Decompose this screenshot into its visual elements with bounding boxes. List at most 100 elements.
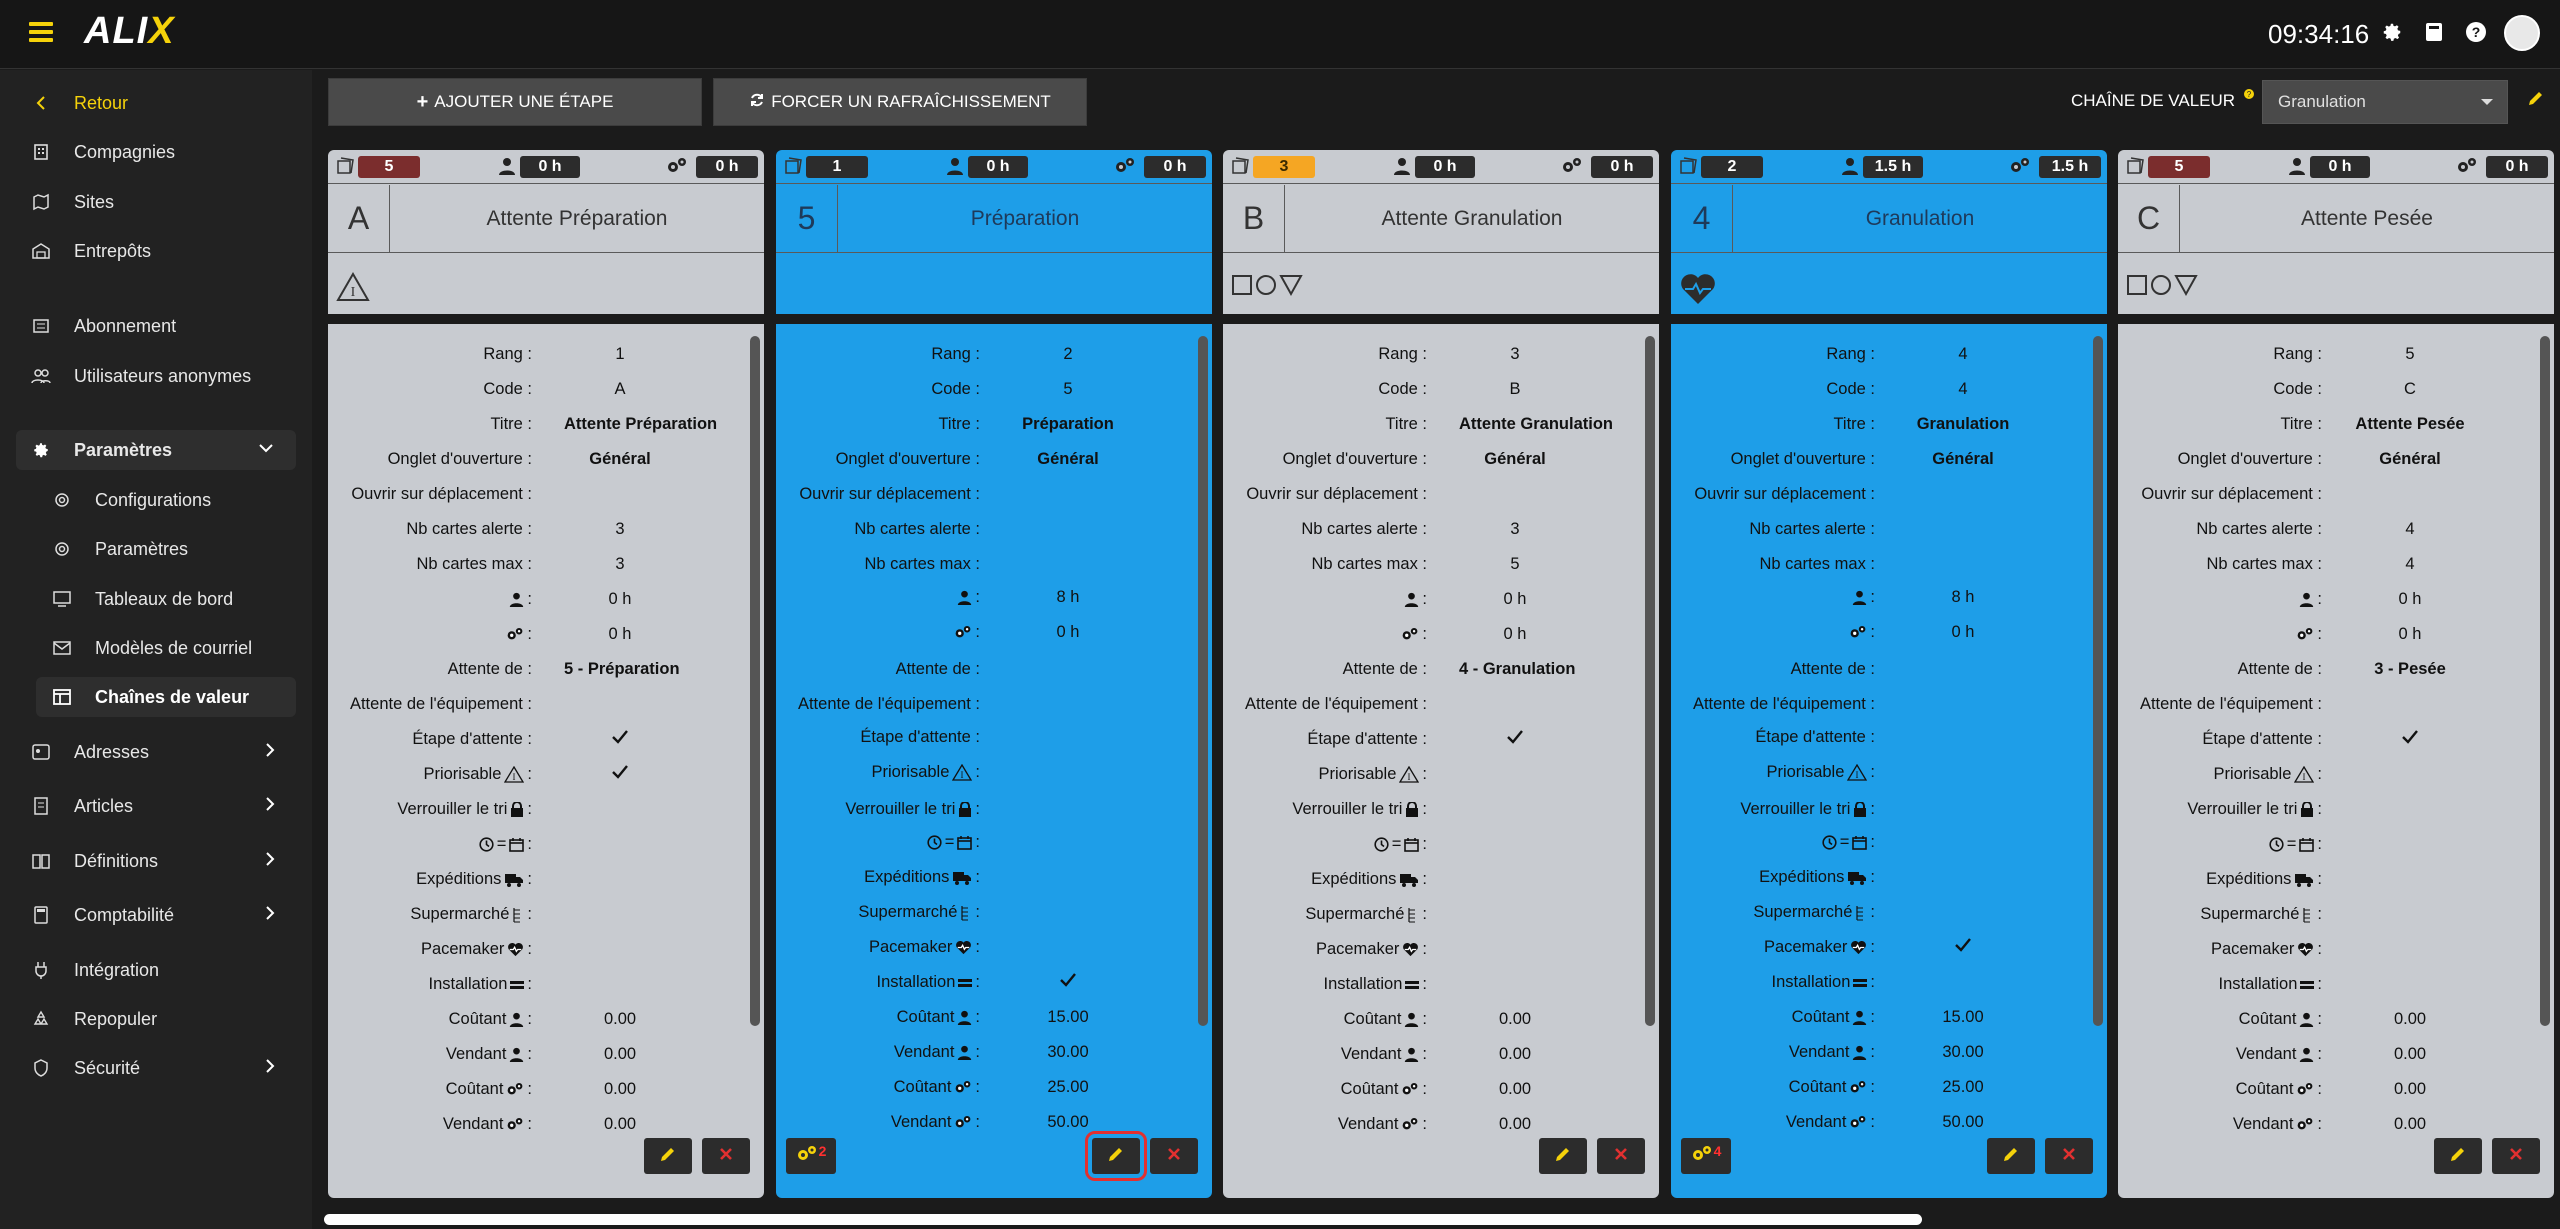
sidebar-item-definitions[interactable]: Définitions xyxy=(0,841,300,881)
sidebar-item-repopuler[interactable]: Repopuler xyxy=(0,999,300,1039)
sidebar-item-tableaux-de-bord[interactable]: Tableaux de bord xyxy=(0,579,300,619)
detail-value: B xyxy=(1509,380,1521,398)
sidebar-item-modeles-courriel[interactable]: Modèles de courriel xyxy=(0,628,300,668)
svg-text:I: I xyxy=(1856,770,1859,780)
detail-label: Pacemaker: xyxy=(420,940,532,958)
stage-column[interactable]: 50 h0 h A Attente Préparation I Rang :1 Code … xyxy=(328,150,764,1198)
detail-label: =: xyxy=(1374,835,1427,854)
edit-stage-button[interactable] xyxy=(1539,1138,1587,1174)
detail-value: 5 - Préparation xyxy=(564,660,680,678)
stage-details: Rang : 2 Code : 5 Titre : Préparation Onglet d… xyxy=(776,324,1212,1198)
cards-icon xyxy=(784,157,804,180)
delete-stage-button[interactable] xyxy=(2045,1138,2093,1174)
app-logo[interactable]: ALIX xyxy=(84,10,175,53)
detail-row: : 0 h xyxy=(328,584,764,614)
sidebar-item-compagnies[interactable]: Compagnies xyxy=(0,132,300,172)
calendar-icon xyxy=(1404,837,1420,852)
machines-button[interactable]: 4 xyxy=(1681,1138,1731,1174)
sidebar-item-parametres-group[interactable]: Paramètres xyxy=(16,430,296,470)
detail-row: Verrouiller le tri: xyxy=(1671,794,2107,824)
edit-stage-button[interactable] xyxy=(1085,1131,1147,1181)
stage-column[interactable]: 2 1.5 h 1.5 h 4 Granulation Rang :4 Code :4 Tit… xyxy=(1671,150,2107,1198)
detail-label: Vendant: xyxy=(1340,1045,1427,1063)
sidebar-item-integration[interactable]: Intégration xyxy=(0,950,300,990)
delete-stage-button[interactable] xyxy=(1150,1138,1198,1174)
sidebar-item-entrepots[interactable]: Entrepôts xyxy=(0,231,300,271)
detail-row: Onglet d'ouverture : Général xyxy=(1223,444,1659,474)
hamburger-menu-icon[interactable] xyxy=(29,22,53,42)
detail-label: Coûtant: xyxy=(1788,1078,1875,1096)
stage-title: Granulation xyxy=(1733,185,2107,253)
detail-row: Installation: xyxy=(1223,969,1659,999)
add-step-button[interactable]: + AJOUTER UNE ÉTAPE xyxy=(328,78,702,126)
value-chain-select[interactable]: Granulation xyxy=(2262,80,2508,124)
edit-stage-button[interactable] xyxy=(644,1138,692,1174)
lock-icon xyxy=(510,802,524,817)
book-icon xyxy=(30,850,52,872)
pacemaker-heart-icon xyxy=(1679,272,1717,304)
sidebar-item-securite[interactable]: Sécurité xyxy=(0,1048,300,1088)
stage-title: Attente Préparation xyxy=(390,185,764,253)
detail-row: Rang : 5 xyxy=(2118,339,2554,369)
detail-row: Vendant: 0.00 xyxy=(328,1039,764,1069)
sidebar-item-comptabilite[interactable]: Comptabilité xyxy=(0,895,300,935)
delete-stage-button[interactable] xyxy=(1597,1138,1645,1174)
detail-label: : xyxy=(2296,625,2322,644)
sidebar-item-configurations[interactable]: Configurations xyxy=(0,480,300,520)
edit-stage-button[interactable] xyxy=(1987,1138,2035,1174)
person-icon xyxy=(1404,1047,1419,1062)
sidebar-item-utilisateurs-anonymes[interactable]: Utilisateurs anonymes xyxy=(0,356,300,396)
delete-stage-button[interactable] xyxy=(702,1138,750,1174)
detail-label: Nb cartes max : xyxy=(2206,555,2322,573)
sidebar-item-articles[interactable]: Articles xyxy=(0,786,300,826)
detail-label: Coûtant: xyxy=(2238,1010,2322,1028)
detail-label: Titre : xyxy=(490,415,532,433)
sidebar-item-sites[interactable]: Sites xyxy=(0,182,300,222)
check-icon xyxy=(564,730,676,749)
book-icon[interactable] xyxy=(2422,20,2446,44)
detail-label: Rang : xyxy=(1378,345,1427,363)
person-icon xyxy=(957,1010,972,1025)
stage-header: 2 1.5 h 1.5 h 4 Granulation xyxy=(1671,150,2107,314)
sidebar-item-abonnement[interactable]: Abonnement xyxy=(0,306,300,346)
detail-row: Code : 5 xyxy=(776,374,1212,404)
user-avatar[interactable] xyxy=(2504,15,2540,51)
sidebar-item-parametres[interactable]: Paramètres xyxy=(0,529,300,569)
installation-icon xyxy=(1853,977,1868,989)
force-refresh-button[interactable]: FORCER UN RAFRAÎCHISSEMENT xyxy=(713,78,1087,126)
detail-label: Attente de : xyxy=(1342,660,1427,678)
detail-row: =: xyxy=(1223,829,1659,859)
warehouse-icon xyxy=(30,240,52,262)
detail-row: Vendant: 0.00 xyxy=(2118,1109,2554,1139)
detail-label: Code : xyxy=(2273,380,2322,398)
stage-header: 3 0 h 0 h B Attente Granulation xyxy=(1223,150,1659,314)
stage-column[interactable]: 10 h0 h 5 Préparation Rang :2 Code :5 Titre :… xyxy=(776,150,1212,1198)
horizontal-scrollbar[interactable] xyxy=(324,1214,1922,1225)
detail-label: =: xyxy=(927,833,980,852)
delete-stage-button[interactable] xyxy=(2492,1138,2540,1174)
detail-row: Coûtant: 15.00 xyxy=(1671,1002,2107,1032)
edit-chain-pencil-icon[interactable] xyxy=(2527,89,2545,112)
stage-column[interactable]: 50 h0 h C Attente Pesée Rang :5 Code : C Titre… xyxy=(2118,150,2554,1198)
detail-value: Préparation xyxy=(1022,415,1114,433)
stage-column[interactable]: 30 h0 h B Attente Granulation Rang :3 Code :… xyxy=(1223,150,1659,1198)
detail-value: 0 h xyxy=(1056,623,1080,641)
detail-row: Coûtant: 0.00 xyxy=(328,1074,764,1104)
detail-label: Coûtant: xyxy=(448,1010,532,1028)
sidebar-item-chaines-de-valeur[interactable]: Chaînes de valeur xyxy=(36,677,296,717)
detail-row: Nb cartes max : xyxy=(1671,549,2107,579)
edit-stage-button[interactable] xyxy=(2434,1138,2482,1174)
machines-button[interactable]: 2 xyxy=(786,1138,836,1174)
check-icon xyxy=(1012,973,1124,992)
card-count-badge: 5 xyxy=(358,156,420,178)
detail-row: Attente de l'équipement : xyxy=(776,689,1212,719)
detail-label: Attente de : xyxy=(447,660,532,678)
sidebar-item-adresses[interactable]: Adresses xyxy=(0,732,300,772)
calendar-icon xyxy=(2299,837,2315,852)
settings-gear-icon[interactable] xyxy=(2380,20,2404,44)
chevron-down-icon xyxy=(258,440,274,461)
help-icon[interactable]: ? xyxy=(2464,20,2488,44)
sidebar-back[interactable]: Retour xyxy=(0,83,300,123)
detail-label: Priorisable I: xyxy=(1318,765,1427,783)
pencil-icon xyxy=(1107,1145,1125,1168)
